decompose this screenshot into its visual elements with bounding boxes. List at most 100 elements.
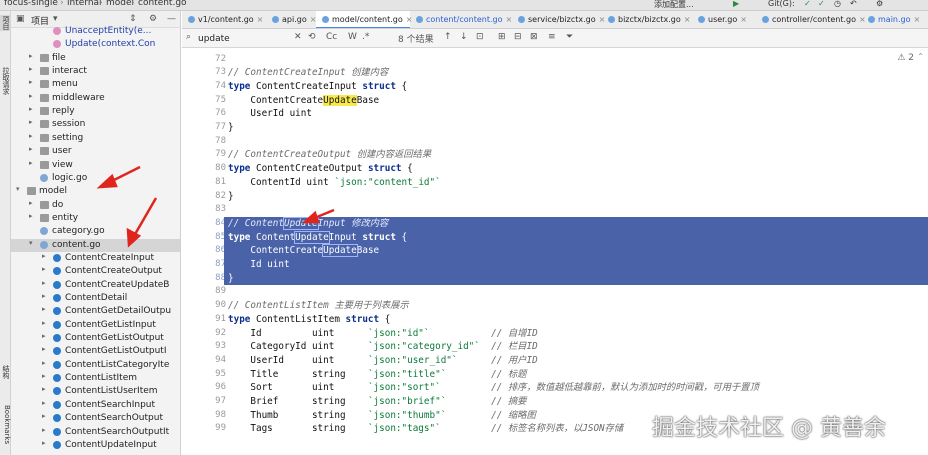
chevron-right-icon[interactable]: ▸ <box>29 105 33 113</box>
code-line[interactable]: // ContentCreateOutput 创建内容返回结果 <box>228 148 431 161</box>
code-line[interactable]: type ContentListItem struct { <box>228 313 390 326</box>
add-selection-icon[interactable]: ⊞ <box>498 32 506 42</box>
select-all-occurrences-icon[interactable]: ⊡ <box>476 32 484 42</box>
chevron-right-icon[interactable]: ▸ <box>29 118 33 126</box>
chevron-down-icon[interactable]: ▾ <box>29 239 33 247</box>
tree-item[interactable]: ▸ ContentUpdateInput <box>11 439 180 452</box>
editor-tab[interactable]: v1/content.go × <box>182 11 266 28</box>
chevron-right-icon[interactable]: ▸ <box>42 292 46 300</box>
chevron-right-icon[interactable]: ▸ <box>29 132 33 140</box>
tree-item[interactable]: UnacceptEntity(e... <box>11 25 180 38</box>
breadcrumb-item[interactable]: model <box>106 0 134 8</box>
tree-item[interactable]: ▸ ContentCreateUpdateB <box>11 279 180 292</box>
regex-toggle[interactable]: .* <box>362 32 369 42</box>
chevron-up-icon[interactable]: ⌃ <box>917 52 924 61</box>
chevron-right-icon[interactable]: ▸ <box>29 52 33 60</box>
tree-item[interactable]: ▸ reply <box>11 105 180 118</box>
tree-item[interactable]: ▸ ContentSearchOutput <box>11 412 180 425</box>
check-icon[interactable]: ✓ <box>804 0 811 8</box>
tree-item[interactable]: ▸ do <box>11 199 180 212</box>
code-line[interactable]: Thumb string `json:"thumb"` // 缩略图 <box>228 409 535 422</box>
code-line[interactable]: Tags string `json:"tags"` // 标签名称列表，以JSO… <box>228 422 623 435</box>
chevron-right-icon[interactable]: ▸ <box>29 78 33 86</box>
clear-icon[interactable]: ✕ <box>294 32 302 42</box>
code-line[interactable]: Id uint `json:"id"` // 自增ID <box>228 327 537 340</box>
settings-icon[interactable]: ⚙ <box>876 0 883 8</box>
pull-requests-tool-tab[interactable]: 拉取请求 <box>0 65 11 97</box>
code-line[interactable]: } <box>228 272 234 285</box>
chevron-right-icon[interactable]: ▸ <box>29 65 33 73</box>
structure-tool-tab[interactable]: 结构 <box>0 364 11 380</box>
tree-item[interactable]: ▸ file <box>11 52 180 65</box>
editor-tab[interactable]: content/content.go × <box>410 11 512 28</box>
history-icon[interactable]: ◷ <box>834 0 841 8</box>
tree-item[interactable]: ▸ middleware <box>11 92 180 105</box>
tree-item[interactable]: ▸ ContentGetListInput <box>11 319 180 332</box>
close-icon[interactable]: × <box>684 15 691 24</box>
chevron-right-icon[interactable]: ▸ <box>42 345 46 353</box>
chevron-right-icon[interactable]: ▸ <box>29 92 33 100</box>
toggle-selection-icon[interactable]: ⊠ <box>530 32 538 42</box>
search-icon[interactable]: ⌕ <box>186 32 191 42</box>
code-line[interactable]: type ContentUpdateInput struct { <box>228 230 407 244</box>
tree-item[interactable]: ▸ ContentSearchOutputIt <box>11 426 180 439</box>
editor-tab[interactable]: bizctx/bizctx.go × <box>602 11 692 28</box>
code-line[interactable]: ContentCreateUpdateBase <box>228 244 379 258</box>
bookmarks-tool-tab[interactable]: Bookmarks <box>0 405 11 445</box>
match-case-toggle[interactable]: Cc <box>326 32 337 42</box>
editor-tab[interactable]: model/content.go × <box>316 11 412 28</box>
chevron-right-icon[interactable]: ▸ <box>42 359 46 367</box>
git-label[interactable]: Git(G): <box>768 0 795 8</box>
chevron-right-icon[interactable]: ▸ <box>42 252 46 260</box>
warning-count[interactable]: ⚠ 2 <box>897 53 914 63</box>
code-line[interactable]: CategoryId uint `json:"category_id"` // … <box>228 340 537 353</box>
add-configuration-button[interactable]: 添加配置... <box>654 0 694 10</box>
code-line[interactable]: UserId uint `json:"user_id"` // 用户ID <box>228 354 537 367</box>
chevron-right-icon[interactable]: ▸ <box>42 426 46 434</box>
chevron-right-icon[interactable]: ▸ <box>29 212 33 220</box>
tree-item[interactable]: ▾ model <box>11 185 180 198</box>
code-line[interactable]: // ContentCreateInput 创建内容 <box>228 66 388 79</box>
tree-item[interactable]: ▸ session <box>11 118 180 131</box>
tree-item[interactable]: ▸category.go <box>11 225 180 238</box>
tree-item[interactable]: ▸ ContentListUserItem <box>11 385 180 398</box>
tree-item[interactable]: ▸ setting <box>11 132 180 145</box>
breadcrumb-item[interactable]: content.go <box>138 0 187 8</box>
tree-item[interactable]: ▸logic.go <box>11 172 180 185</box>
breadcrumb-item[interactable]: focus-single <box>4 0 58 8</box>
tree-item[interactable]: ▸ ContentGetDetailOutpu <box>11 305 180 318</box>
code-line[interactable]: // ContentUpdateInput 修改内容 <box>228 216 388 230</box>
close-icon[interactable]: × <box>257 15 264 24</box>
tree-item[interactable]: ▸ ContentDetail <box>11 292 180 305</box>
chevron-right-icon[interactable]: ▸ <box>42 439 46 447</box>
code-line[interactable]: UserId uint <box>228 107 312 120</box>
code-line[interactable]: ContentId uint `json:"content_id"` <box>228 176 440 189</box>
tree-item[interactable]: ▸ ContentGetListOutputI <box>11 345 180 358</box>
tree-item[interactable]: ▸ ContentGetListOutput <box>11 332 180 345</box>
tree-item[interactable]: ▸ ContentCreateOutput <box>11 265 180 278</box>
editor-tab[interactable]: user.go × <box>692 11 756 28</box>
code-line[interactable]: } <box>228 190 234 203</box>
code-line[interactable]: Sort uint `json:"sort"` // 排序，数值越低越靠前，默认… <box>228 381 759 394</box>
breadcrumb-item[interactable]: internal <box>67 0 102 8</box>
editor-tab[interactable]: controller/content.go × <box>756 11 866 28</box>
editor-tab[interactable]: api.go × <box>266 11 316 28</box>
run-icon[interactable]: ▶ <box>733 0 739 8</box>
previous-occurrence-icon[interactable]: ↑ <box>444 32 452 42</box>
options-icon[interactable]: ≡ <box>548 32 556 42</box>
code-line[interactable]: ContentCreateUpdateBase <box>228 94 379 107</box>
tree-item[interactable]: ▸ menu <box>11 78 180 91</box>
code-editor[interactable]: 72 73 74 75 76 77 78 79 80 81 82 83 84 85 86 87 88 89 90 91… <box>182 48 928 455</box>
code-line[interactable]: } <box>228 121 234 134</box>
tree-item[interactable]: ▸ ContentListCategoryIte <box>11 359 180 372</box>
chevron-right-icon[interactable]: ▸ <box>42 265 46 273</box>
tree-item[interactable]: ▸ ContentSearchInput <box>11 399 180 412</box>
gear-icon[interactable]: ⚙ <box>149 14 157 24</box>
search-input[interactable] <box>198 32 308 45</box>
code-line[interactable]: // ContentListItem 主要用于列表展示 <box>228 299 409 312</box>
editor-tab[interactable]: service/bizctx.go × <box>512 11 605 28</box>
chevron-right-icon[interactable]: ▸ <box>42 332 46 340</box>
tree-item[interactable]: ▸ user <box>11 145 180 158</box>
minimize-icon[interactable]: — <box>167 14 176 24</box>
code-line[interactable]: Brief string `json:"brief"` // 摘要 <box>228 395 526 408</box>
